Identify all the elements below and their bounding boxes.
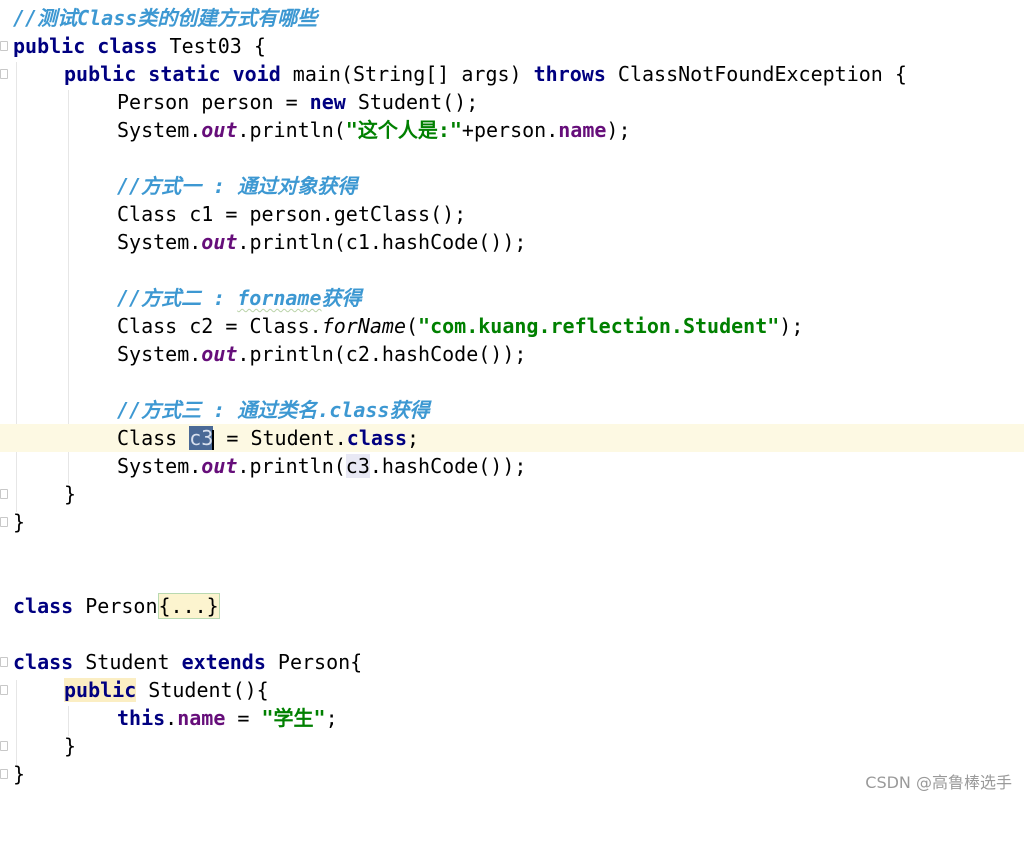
static-field: out <box>201 230 238 254</box>
code-line[interactable]: System.out.println(c1.hashCode()); <box>0 228 1024 256</box>
code-line[interactable]: public Student(){ <box>0 676 1024 704</box>
code-text: .println(c1.hashCode()); <box>237 230 527 254</box>
closing-brace: } <box>64 482 77 506</box>
code-line[interactable]: } <box>0 732 1024 760</box>
selected-variable[interactable]: c3 <box>189 426 214 450</box>
code-text: .println(c2.hashCode()); <box>237 342 527 366</box>
exception-type: ClassNotFoundException { <box>605 62 907 86</box>
code-line[interactable]: System.out.println(c2.hashCode()); <box>0 340 1024 368</box>
code-text: Student(){ <box>136 678 269 702</box>
code-text: . <box>165 706 178 730</box>
code-text: System. <box>117 118 202 142</box>
class-name: Student <box>73 650 182 674</box>
keyword: public class <box>13 34 158 58</box>
string-literal: "com.kuang.reflection.Student" <box>418 314 780 338</box>
keyword: class <box>13 594 74 618</box>
comment-way2: //方式二 : <box>117 286 238 310</box>
closing-brace: } <box>64 734 77 758</box>
static-method: forName <box>321 314 406 338</box>
code-line[interactable]: public class Test03 { <box>0 32 1024 60</box>
static-field: out <box>201 342 238 366</box>
code-line[interactable]: Person person = new Student(); <box>0 88 1024 116</box>
code-text: .println( <box>237 118 346 142</box>
closing-brace: } <box>13 762 26 786</box>
comment-way2-suffix: 获得 <box>321 286 362 310</box>
closing-brace: } <box>13 510 26 534</box>
typo-word: forname <box>237 286 322 310</box>
code-text: Person person = <box>117 90 310 114</box>
code-line[interactable]: Class c1 = person.getClass(); <box>0 200 1024 228</box>
code-line[interactable]: public static void main(String[] args) t… <box>0 60 1024 88</box>
class-name: Person <box>73 594 158 618</box>
code-text: System. <box>117 230 202 254</box>
code-line[interactable]: } <box>0 480 1024 508</box>
keyword: class <box>13 650 74 674</box>
code-editor[interactable]: //测试Class类的创建方式有哪些 public class Test03 {… <box>0 0 1024 799</box>
code-line[interactable]: //测试Class类的创建方式有哪些 <box>0 4 1024 32</box>
comment-header: //测试Class类的创建方式有哪些 <box>13 6 318 30</box>
code-text: Class c2 = Class. <box>117 314 322 338</box>
code-line[interactable]: System.out.println("这个人是:"+person.name); <box>0 116 1024 144</box>
keyword: class <box>346 426 408 450</box>
method-signature: main(String[] args) <box>280 62 534 86</box>
field: name <box>177 706 226 730</box>
folded-region[interactable]: {...} <box>157 593 220 619</box>
current-code-line[interactable]: Class c3 = Student.class; <box>0 424 1024 452</box>
code-text: System. <box>117 342 202 366</box>
code-text: .println( <box>237 454 346 478</box>
code-text: ); <box>606 118 631 142</box>
variable-usage[interactable]: c3 <box>345 454 370 478</box>
keyword: public static void <box>64 62 281 86</box>
code-line[interactable]: class Person{...} <box>0 592 1024 620</box>
code-line[interactable]: System.out.println(c3.hashCode()); <box>0 452 1024 480</box>
keyword: extends <box>181 650 266 674</box>
code-line[interactable]: //方式三 : 通过类名.class获得 <box>0 396 1024 424</box>
code-text: = <box>225 706 262 730</box>
code-text: Student(); <box>345 90 479 114</box>
code-text: = Student. <box>214 426 347 450</box>
code-text: .hashCode()); <box>369 454 527 478</box>
watermark: CSDN @高鲁棒选手 <box>865 773 1012 792</box>
code-line[interactable]: class Student extends Person{ <box>0 648 1024 676</box>
code-line[interactable]: Class c2 = Class.forName("com.kuang.refl… <box>0 312 1024 340</box>
code-text: +person. <box>461 118 559 142</box>
code-line[interactable]: this.name = "学生"; <box>0 704 1024 732</box>
string-literal: "这个人是:" <box>345 118 462 142</box>
keyword: throws <box>533 62 606 86</box>
keyword: this <box>117 706 166 730</box>
static-field: out <box>201 118 238 142</box>
comment-way1: //方式一 : 通过对象获得 <box>117 174 358 198</box>
keyword: public <box>64 678 137 702</box>
comment-way3: //方式三 : 通过类名.class获得 <box>117 398 430 422</box>
static-field: out <box>201 454 238 478</box>
class-name: Test03 { <box>157 34 266 58</box>
code-text: ( <box>406 314 419 338</box>
code-text: ; <box>325 706 338 730</box>
code-text: Person{ <box>265 650 363 674</box>
code-text: Class <box>117 426 190 450</box>
code-line[interactable]: } <box>0 508 1024 536</box>
code-text: ; <box>407 426 420 450</box>
code-line[interactable]: //方式一 : 通过对象获得 <box>0 172 1024 200</box>
code-text: System. <box>117 454 202 478</box>
field: name <box>558 118 607 142</box>
keyword: new <box>309 90 346 114</box>
code-text: Class c1 = person.getClass(); <box>117 202 467 226</box>
string-literal: "学生" <box>261 706 326 730</box>
code-line[interactable]: //方式二 : forname获得 <box>0 284 1024 312</box>
code-text: ); <box>779 314 804 338</box>
